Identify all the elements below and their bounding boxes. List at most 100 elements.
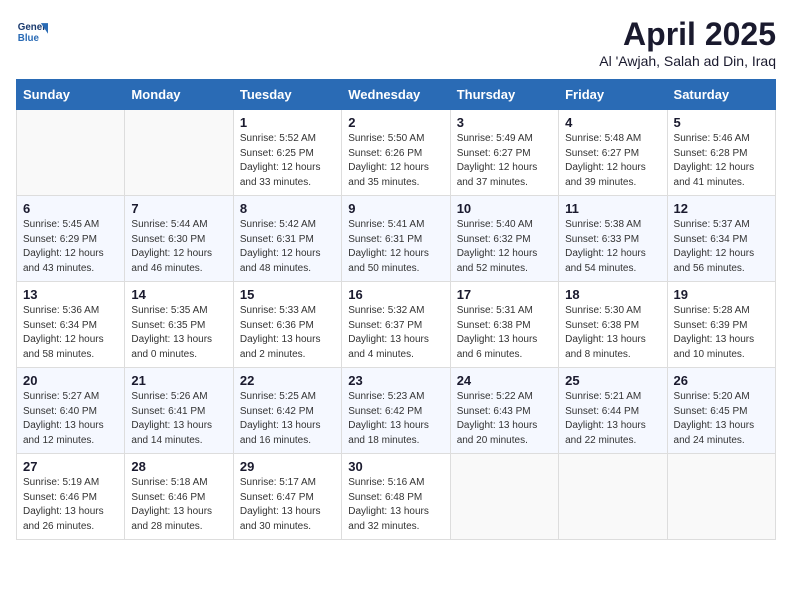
day-info: Sunrise: 5:32 AM Sunset: 6:37 PM Dayligh…	[348, 304, 443, 362]
day-number: 7	[131, 201, 226, 216]
calendar-cell: 15 Sunrise: 5:33 AM Sunset: 6:36 PM Dayli…	[233, 282, 341, 368]
day-info: Sunrise: 5:23 AM Sunset: 6:42 PM Dayligh…	[348, 390, 443, 448]
header: General Blue April 2025 Al 'Awjah, Salah…	[16, 16, 776, 69]
calendar-cell: 2 Sunrise: 5:50 AM Sunset: 6:26 PM Daylig…	[342, 110, 450, 196]
day-number: 23	[348, 373, 443, 388]
day-header-saturday: Saturday	[667, 80, 775, 110]
calendar-cell: 1 Sunrise: 5:52 AM Sunset: 6:25 PM Daylig…	[233, 110, 341, 196]
day-number: 30	[348, 459, 443, 474]
calendar-cell: 10 Sunrise: 5:40 AM Sunset: 6:32 PM Dayli…	[450, 196, 558, 282]
calendar-cell	[17, 110, 125, 196]
day-info: Sunrise: 5:38 AM Sunset: 6:33 PM Dayligh…	[565, 218, 660, 276]
day-info: Sunrise: 5:35 AM Sunset: 6:35 PM Dayligh…	[131, 304, 226, 362]
day-header-thursday: Thursday	[450, 80, 558, 110]
svg-text:Blue: Blue	[18, 33, 40, 44]
day-info: Sunrise: 5:48 AM Sunset: 6:27 PM Dayligh…	[565, 132, 660, 190]
calendar-cell: 16 Sunrise: 5:32 AM Sunset: 6:37 PM Dayli…	[342, 282, 450, 368]
calendar-table: SundayMondayTuesdayWednesdayThursdayFrid…	[16, 79, 776, 540]
day-info: Sunrise: 5:46 AM Sunset: 6:28 PM Dayligh…	[674, 132, 769, 190]
day-number: 10	[457, 201, 552, 216]
calendar-cell: 29 Sunrise: 5:17 AM Sunset: 6:47 PM Dayli…	[233, 454, 341, 540]
location-title: Al 'Awjah, Salah ad Din, Iraq	[599, 53, 776, 69]
calendar-cell: 25 Sunrise: 5:21 AM Sunset: 6:44 PM Dayli…	[559, 368, 667, 454]
day-number: 15	[240, 287, 335, 302]
day-number: 13	[23, 287, 118, 302]
day-number: 29	[240, 459, 335, 474]
logo-icon: General Blue	[16, 16, 48, 48]
calendar-cell: 4 Sunrise: 5:48 AM Sunset: 6:27 PM Daylig…	[559, 110, 667, 196]
day-info: Sunrise: 5:16 AM Sunset: 6:48 PM Dayligh…	[348, 476, 443, 534]
day-info: Sunrise: 5:45 AM Sunset: 6:29 PM Dayligh…	[23, 218, 118, 276]
calendar-cell: 9Sunrise: 5:41 AM Sunset: 6:31 PM Daylig…	[342, 196, 450, 282]
day-info: Sunrise: 5:17 AM Sunset: 6:47 PM Dayligh…	[240, 476, 335, 534]
day-info: Sunrise: 5:49 AM Sunset: 6:27 PM Dayligh…	[457, 132, 552, 190]
title-area: April 2025 Al 'Awjah, Salah ad Din, Iraq	[599, 16, 776, 69]
calendar-cell: 3 Sunrise: 5:49 AM Sunset: 6:27 PM Daylig…	[450, 110, 558, 196]
week-row-1: 1 Sunrise: 5:52 AM Sunset: 6:25 PM Daylig…	[17, 110, 776, 196]
day-number: 17	[457, 287, 552, 302]
day-info: Sunrise: 5:26 AM Sunset: 6:41 PM Dayligh…	[131, 390, 226, 448]
day-header-friday: Friday	[559, 80, 667, 110]
day-info: Sunrise: 5:33 AM Sunset: 6:36 PM Dayligh…	[240, 304, 335, 362]
day-info: Sunrise: 5:22 AM Sunset: 6:43 PM Dayligh…	[457, 390, 552, 448]
calendar-cell: 27Sunrise: 5:19 AM Sunset: 6:46 PM Dayli…	[17, 454, 125, 540]
calendar-cell: 8 Sunrise: 5:42 AM Sunset: 6:31 PM Daylig…	[233, 196, 341, 282]
day-number: 18	[565, 287, 660, 302]
day-number: 22	[240, 373, 335, 388]
day-info: Sunrise: 5:52 AM Sunset: 6:25 PM Dayligh…	[240, 132, 335, 190]
day-number: 5	[674, 115, 769, 130]
day-number: 3	[457, 115, 552, 130]
day-info: Sunrise: 5:30 AM Sunset: 6:38 PM Dayligh…	[565, 304, 660, 362]
calendar-cell: 20 Sunrise: 5:27 AM Sunset: 6:40 PM Dayli…	[17, 368, 125, 454]
calendar-cell: 17 Sunrise: 5:31 AM Sunset: 6:38 PM Dayli…	[450, 282, 558, 368]
day-header-wednesday: Wednesday	[342, 80, 450, 110]
calendar-cell: 26Sunrise: 5:20 AM Sunset: 6:45 PM Dayli…	[667, 368, 775, 454]
day-number: 1	[240, 115, 335, 130]
day-number: 20	[23, 373, 118, 388]
day-header-monday: Monday	[125, 80, 233, 110]
calendar-cell: 28 Sunrise: 5:18 AM Sunset: 6:46 PM Dayli…	[125, 454, 233, 540]
day-number: 25	[565, 373, 660, 388]
day-info: Sunrise: 5:27 AM Sunset: 6:40 PM Dayligh…	[23, 390, 118, 448]
week-row-2: 6 Sunrise: 5:45 AM Sunset: 6:29 PM Daylig…	[17, 196, 776, 282]
day-number: 4	[565, 115, 660, 130]
day-info: Sunrise: 5:42 AM Sunset: 6:31 PM Dayligh…	[240, 218, 335, 276]
day-number: 27	[23, 459, 118, 474]
calendar-cell: 14Sunrise: 5:35 AM Sunset: 6:35 PM Dayli…	[125, 282, 233, 368]
header-row: SundayMondayTuesdayWednesdayThursdayFrid…	[17, 80, 776, 110]
day-info: Sunrise: 5:28 AM Sunset: 6:39 PM Dayligh…	[674, 304, 769, 362]
day-info: Sunrise: 5:36 AM Sunset: 6:34 PM Dayligh…	[23, 304, 118, 362]
week-row-5: 27Sunrise: 5:19 AM Sunset: 6:46 PM Dayli…	[17, 454, 776, 540]
day-info: Sunrise: 5:40 AM Sunset: 6:32 PM Dayligh…	[457, 218, 552, 276]
calendar-cell: 21Sunrise: 5:26 AM Sunset: 6:41 PM Dayli…	[125, 368, 233, 454]
day-number: 6	[23, 201, 118, 216]
day-info: Sunrise: 5:18 AM Sunset: 6:46 PM Dayligh…	[131, 476, 226, 534]
day-info: Sunrise: 5:31 AM Sunset: 6:38 PM Dayligh…	[457, 304, 552, 362]
day-info: Sunrise: 5:41 AM Sunset: 6:31 PM Dayligh…	[348, 218, 443, 276]
day-number: 24	[457, 373, 552, 388]
day-number: 2	[348, 115, 443, 130]
week-row-3: 13 Sunrise: 5:36 AM Sunset: 6:34 PM Dayli…	[17, 282, 776, 368]
calendar-cell: 23 Sunrise: 5:23 AM Sunset: 6:42 PM Dayli…	[342, 368, 450, 454]
day-info: Sunrise: 5:21 AM Sunset: 6:44 PM Dayligh…	[565, 390, 660, 448]
calendar-cell	[125, 110, 233, 196]
calendar-cell: 30 Sunrise: 5:16 AM Sunset: 6:48 PM Dayli…	[342, 454, 450, 540]
calendar-cell	[450, 454, 558, 540]
day-number: 12	[674, 201, 769, 216]
calendar-cell: 18 Sunrise: 5:30 AM Sunset: 6:38 PM Dayli…	[559, 282, 667, 368]
calendar-cell: 19Sunrise: 5:28 AM Sunset: 6:39 PM Dayli…	[667, 282, 775, 368]
calendar-cell	[667, 454, 775, 540]
calendar-cell: 22Sunrise: 5:25 AM Sunset: 6:42 PM Dayli…	[233, 368, 341, 454]
day-number: 28	[131, 459, 226, 474]
day-info: Sunrise: 5:50 AM Sunset: 6:26 PM Dayligh…	[348, 132, 443, 190]
logo: General Blue	[16, 16, 48, 48]
calendar-cell: 12Sunrise: 5:37 AM Sunset: 6:34 PM Dayli…	[667, 196, 775, 282]
day-number: 8	[240, 201, 335, 216]
calendar-cell: 11 Sunrise: 5:38 AM Sunset: 6:33 PM Dayli…	[559, 196, 667, 282]
day-number: 11	[565, 201, 660, 216]
calendar-cell: 6 Sunrise: 5:45 AM Sunset: 6:29 PM Daylig…	[17, 196, 125, 282]
calendar-cell: 5 Sunrise: 5:46 AM Sunset: 6:28 PM Daylig…	[667, 110, 775, 196]
calendar-cell: 24 Sunrise: 5:22 AM Sunset: 6:43 PM Dayli…	[450, 368, 558, 454]
day-info: Sunrise: 5:20 AM Sunset: 6:45 PM Dayligh…	[674, 390, 769, 448]
day-number: 16	[348, 287, 443, 302]
